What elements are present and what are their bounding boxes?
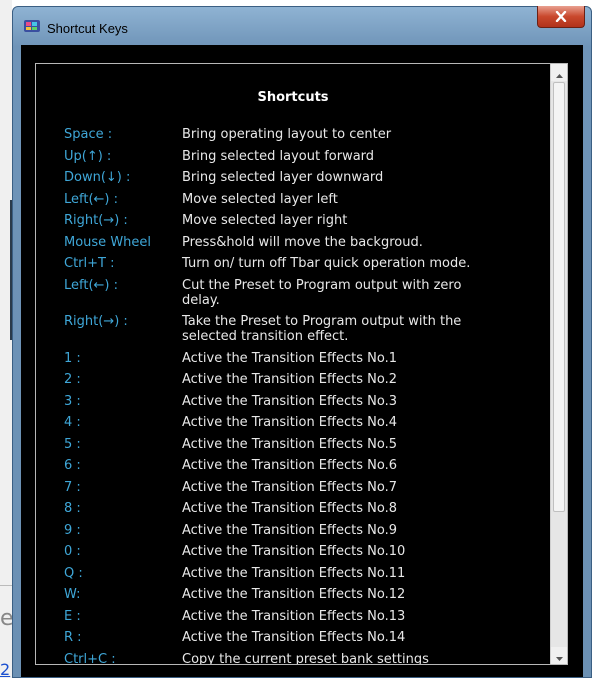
shortcut-description: Active the Transition Effects No.5 (182, 436, 397, 452)
shortcut-description: Active the Transition Effects No.7 (182, 479, 397, 495)
shortcut-row: Ctrl+C : Copy the current preset bank set… (64, 651, 547, 665)
shortcut-description: Active the Transition Effects No.12 (182, 587, 406, 602)
shortcut-row: 0 : Active the Transition Effects No.10 (64, 544, 547, 559)
shortcut-description: Active the Transition Effects No.2 (182, 372, 397, 387)
shortcut-key: Up(↑) : (64, 148, 112, 164)
vertical-scrollbar[interactable] (550, 64, 567, 664)
shortcut-key: 6 : (64, 458, 81, 473)
shortcut-key: Mouse Wheel (64, 234, 152, 250)
shortcut-key: Ctrl+C : (64, 651, 116, 665)
shortcut-description: Bring operating layout to center (182, 127, 392, 142)
shortcut-description: Bring selected layer downward (182, 170, 384, 185)
shortcut-key: Left(←) : (64, 191, 119, 207)
shortcut-row: Down(↓) : Bring selected layer downward (64, 170, 547, 185)
shortcut-key: Q : (64, 565, 83, 581)
arrow-up-icon (555, 64, 563, 82)
shortcut-description: Press&hold will move the backgroud. (182, 234, 423, 250)
shortcut-row: R : Active the Transition Effects No.14 (64, 630, 547, 645)
shortcut-description: Active the Transition Effects No.11 (182, 565, 406, 581)
shortcut-description: Bring selected layout forward (182, 148, 375, 164)
shortcut-description: Active the Transition Effects No.6 (182, 458, 397, 473)
shortcut-row: Right(→) : Move selected layer right (64, 213, 547, 228)
shortcut-row: 8 : Active the Transition Effects No.8 (64, 501, 547, 516)
background-link-fragment[interactable]: 2 (0, 662, 10, 678)
shortcut-row: Mouse Wheel Press&hold will move the back… (64, 235, 547, 250)
shortcut-key: W: (64, 587, 81, 602)
shortcut-key: E : (64, 608, 81, 624)
shortcut-row: Right(→) : Take the Preset to Program out… (64, 314, 547, 344)
shortcut-key: R : (64, 630, 82, 645)
close-icon (555, 7, 567, 26)
shortcut-key: 5 : (64, 436, 81, 452)
scroll-thumb[interactable] (553, 82, 565, 512)
shortcut-row: Q : Active the Transition Effects No.11 (64, 566, 547, 581)
shortcut-key: 9 : (64, 522, 81, 538)
shortcut-keys-window: Shortcut Keys Shortcuts Space : Bring ope… (12, 6, 592, 678)
shortcut-description: Copy the current preset bank settings (182, 651, 429, 665)
shortcut-key: 4 : (64, 415, 81, 430)
shortcut-key: Space : (64, 127, 113, 142)
shortcut-row: 9 : Active the Transition Effects No.9 (64, 523, 547, 538)
shortcut-key: 8 : (64, 501, 81, 516)
shortcut-row: 2 : Active the Transition Effects No.2 (64, 372, 547, 387)
shortcut-row: Space : Bring operating layout to center (64, 127, 547, 142)
scroll-down-button[interactable] (551, 647, 567, 664)
shortcut-description: Move selected layer right (182, 213, 348, 228)
arrow-down-icon (555, 646, 563, 664)
shortcut-row: E : Active the Transition Effects No.13 (64, 609, 547, 624)
shortcut-key: Left(←) : (64, 277, 119, 293)
shortcut-description: Active the Transition Effects No.13 (182, 608, 406, 624)
shortcut-description: Take the Preset to Program output with t… (182, 314, 462, 344)
title-bar[interactable]: Shortcut Keys (13, 6, 591, 45)
shortcut-list: Space : Bring operating layout to center U… (64, 127, 547, 665)
shortcut-row: 1 : Active the Transition Effects No.1 (64, 351, 547, 366)
shortcut-row: Left(←) : Move selected layer left (64, 192, 547, 207)
app-logo-icon (23, 18, 41, 34)
shortcut-key: 1 : (64, 350, 81, 366)
shortcuts-heading: Shortcuts (257, 90, 329, 105)
shortcut-row: 5 : Active the Transition Effects No.5 (64, 437, 547, 452)
scroll-up-button[interactable] (551, 64, 567, 81)
shortcut-description: Move selected layer left (182, 191, 338, 207)
shortcut-key: 7 : (64, 479, 81, 495)
close-button[interactable] (537, 6, 585, 28)
shortcut-description: Active the Transition Effects No.4 (182, 415, 397, 430)
shortcut-description: Active the Transition Effects No.9 (182, 522, 397, 538)
shortcut-key: Right(→) : (64, 314, 128, 329)
shortcut-description: Turn on/ turn off Tbar quick operation m… (182, 256, 471, 271)
shortcut-key: Right(→) : (64, 213, 128, 228)
window-client-area: Shortcuts Space : Bring operating layout … (21, 45, 583, 677)
shortcut-description: Active the Transition Effects No.10 (182, 544, 406, 559)
window-title: Shortcut Keys (47, 21, 128, 36)
shortcut-key: Down(↓) : (64, 170, 131, 185)
shortcuts-panel[interactable]: Shortcuts Space : Bring operating layout … (35, 63, 568, 665)
shortcut-key: Ctrl+T : (64, 256, 115, 271)
shortcut-row: W: Active the Transition Effects No.12 (64, 587, 547, 602)
shortcut-description: Active the Transition Effects No.8 (182, 501, 397, 516)
shortcut-row: 6 : Active the Transition Effects No.6 (64, 458, 547, 473)
shortcut-description: Active the Transition Effects No.3 (182, 393, 397, 409)
shortcut-row: 4 : Active the Transition Effects No.4 (64, 415, 547, 430)
shortcut-description: Active the Transition Effects No.14 (182, 630, 406, 645)
shortcut-row: 3 : Active the Transition Effects No.3 (64, 394, 547, 409)
shortcut-description: Active the Transition Effects No.1 (182, 350, 397, 366)
shortcut-row: 7 : Active the Transition Effects No.7 (64, 480, 547, 495)
shortcut-key: 2 : (64, 372, 81, 387)
shortcut-key: 3 : (64, 393, 81, 409)
shortcut-description: Cut the Preset to Program output with ze… (182, 277, 462, 308)
shortcut-row: Left(←) : Cut the Preset to Program outpu… (64, 278, 547, 308)
shortcut-row: Ctrl+T : Turn on/ turn off Tbar quick ope… (64, 256, 547, 271)
shortcut-key: 0 : (64, 544, 81, 559)
shortcut-row: Up(↑) : Bring selected layout forward (64, 149, 547, 164)
